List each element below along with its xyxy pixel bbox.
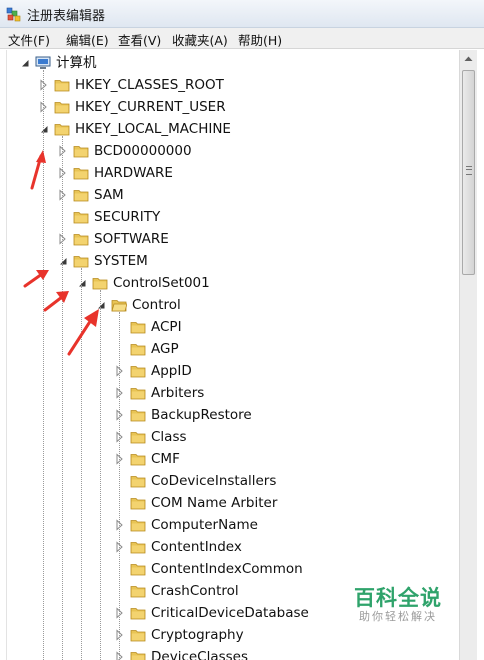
folder-icon xyxy=(130,432,146,444)
expand-arrow-icon[interactable] xyxy=(57,145,69,157)
folder-icon xyxy=(130,410,146,422)
watermark: 百科全说 助你轻松解决 xyxy=(352,586,444,624)
watermark-brand: 百科全说 xyxy=(354,586,442,610)
tree-item-label: 计算机 xyxy=(56,55,97,71)
expand-arrow-icon[interactable] xyxy=(114,651,126,660)
folder-icon xyxy=(130,498,146,510)
tree-guide-line xyxy=(119,312,120,660)
folder-icon xyxy=(73,234,89,246)
watermark-slogan: 助你轻松解决 xyxy=(359,610,437,623)
tree-item-label: AGP xyxy=(151,341,179,357)
title-bar: 注册表编辑器 xyxy=(0,0,484,28)
tree-item-label: COM Name Arbiter xyxy=(151,495,278,511)
tree-item-label: CriticalDeviceDatabase xyxy=(151,605,309,621)
folder-icon xyxy=(130,564,146,576)
menu-edit[interactable]: 编辑(E) xyxy=(66,30,109,49)
expand-arrow-icon[interactable] xyxy=(114,519,126,531)
folder-icon xyxy=(130,388,146,400)
collapse-arrow-icon[interactable] xyxy=(19,57,31,69)
folder-icon xyxy=(92,278,108,290)
tree-item-label: Cryptography xyxy=(151,627,244,643)
registry-editor-icon xyxy=(6,7,21,22)
folder-icon xyxy=(130,630,146,642)
collapse-arrow-icon[interactable] xyxy=(57,255,69,267)
tree-item-label: Class xyxy=(151,429,187,445)
tree-item-label: BCD00000000 xyxy=(94,143,192,159)
tree-item-label: ContentIndex xyxy=(151,539,242,555)
tree-guide-line xyxy=(62,136,63,660)
tree-item-label: Arbiters xyxy=(151,385,205,401)
folder-icon xyxy=(130,520,146,532)
expand-arrow-icon[interactable] xyxy=(57,167,69,179)
window-title: 注册表编辑器 xyxy=(27,9,106,24)
folder-icon xyxy=(130,586,146,598)
menu-view[interactable]: 查看(V) xyxy=(118,30,161,49)
folder-icon xyxy=(73,168,89,180)
expand-arrow-icon[interactable] xyxy=(114,607,126,619)
folder-icon xyxy=(130,476,146,488)
folder-icon xyxy=(73,190,89,202)
menu-bar: 文件(F) 编辑(E) 查看(V) 收藏夹(A) 帮助(H) xyxy=(0,28,484,49)
expand-arrow-icon[interactable] xyxy=(114,541,126,553)
folder-icon xyxy=(130,454,146,466)
menu-help[interactable]: 帮助(H) xyxy=(238,30,282,49)
expand-arrow-icon[interactable] xyxy=(57,189,69,201)
folder-icon xyxy=(54,124,70,136)
tree-item-label: ContentIndexCommon xyxy=(151,561,303,577)
vertical-scrollbar[interactable] xyxy=(459,50,477,660)
folder-icon xyxy=(130,608,146,620)
tree-item-label: Control xyxy=(132,297,181,313)
expand-arrow-icon[interactable] xyxy=(38,101,50,113)
scrollbar-thumb[interactable] xyxy=(462,70,475,275)
tree-item-label: SYSTEM xyxy=(94,253,148,269)
annotation-arrow-hklm xyxy=(30,150,46,190)
menu-file[interactable]: 文件(F) xyxy=(8,30,50,49)
tree-item-label: ComputerName xyxy=(151,517,258,533)
expand-arrow-icon[interactable] xyxy=(57,233,69,245)
folder-icon xyxy=(73,146,89,158)
folder-icon xyxy=(54,80,70,92)
folder-icon xyxy=(130,322,146,334)
tree-item-label: SOFTWARE xyxy=(94,231,169,247)
tree-item-label: CoDeviceInstallers xyxy=(151,473,277,489)
expand-arrow-icon[interactable] xyxy=(114,409,126,421)
annotation-arrow-system xyxy=(23,270,49,288)
tree-item-label: HKEY_CURRENT_USER xyxy=(75,99,226,115)
tree-item-label: HKEY_LOCAL_MACHINE xyxy=(75,121,231,137)
tree-item-label: HARDWARE xyxy=(94,165,173,181)
expand-arrow-icon[interactable] xyxy=(114,629,126,641)
collapse-arrow-icon[interactable] xyxy=(76,277,88,289)
folder-icon xyxy=(54,102,70,114)
tree-item-label: DeviceClasses xyxy=(151,649,249,660)
tree-item-label: AppID xyxy=(151,363,192,379)
expand-arrow-icon[interactable] xyxy=(114,453,126,465)
menu-favorites[interactable]: 收藏夹(A) xyxy=(172,30,228,49)
tree-item-label: SECURITY xyxy=(94,209,161,225)
folder-open-icon xyxy=(111,300,127,312)
tree-item-label: BackupRestore xyxy=(151,407,252,423)
folder-icon xyxy=(130,652,146,660)
computer-icon xyxy=(35,56,51,69)
expand-arrow-icon[interactable] xyxy=(114,365,126,377)
folder-icon xyxy=(73,212,89,224)
folder-icon xyxy=(130,366,146,378)
scrollbar-grip xyxy=(466,166,472,175)
tree-item-label: CMF xyxy=(151,451,180,467)
tree-item-label: HKEY_CLASSES_ROOT xyxy=(75,77,224,93)
scroll-up-arrow-icon[interactable] xyxy=(460,50,477,67)
tree-item-label: ACPI xyxy=(151,319,182,335)
folder-icon xyxy=(73,256,89,268)
tree-item-label: CrashControl xyxy=(151,583,239,599)
expand-arrow-icon[interactable] xyxy=(114,387,126,399)
annotation-arrow-control xyxy=(67,309,99,356)
folder-icon xyxy=(130,344,146,356)
expand-arrow-icon[interactable] xyxy=(38,79,50,91)
expand-arrow-icon[interactable] xyxy=(114,431,126,443)
folder-icon xyxy=(130,542,146,554)
tree-item-label: SAM xyxy=(94,187,124,203)
tree-item-label: ControlSet001 xyxy=(113,275,210,291)
collapse-arrow-icon[interactable] xyxy=(38,123,50,135)
